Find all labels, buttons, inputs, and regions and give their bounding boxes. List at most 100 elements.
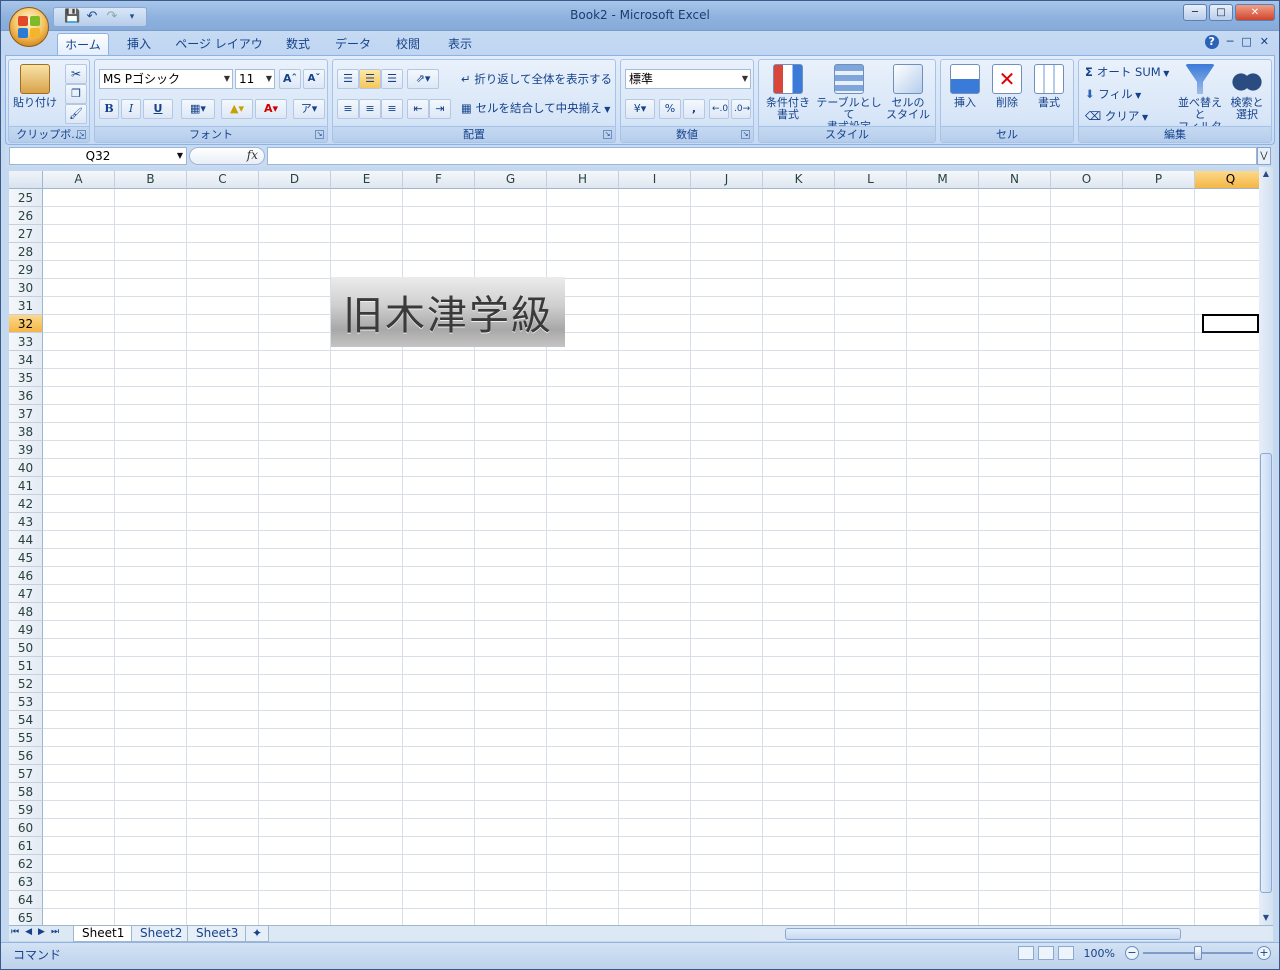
vertical-scrollbar[interactable]: ▲ ▼ — [1259, 167, 1273, 925]
bold-button[interactable]: B — [99, 99, 119, 119]
tab-page-layout[interactable]: ページ レイアウト — [171, 33, 267, 73]
alignment-launcher-icon[interactable]: ↘ — [603, 130, 612, 139]
copy-icon[interactable]: ❐ — [65, 84, 87, 104]
decrease-indent-icon[interactable]: ⇤ — [407, 99, 429, 119]
column-header[interactable]: H — [547, 171, 619, 189]
number-format-combo[interactable]: 標準 ▼ — [625, 69, 751, 89]
vertical-scroll-thumb[interactable] — [1260, 453, 1272, 893]
phonetic-icon[interactable]: ア▾ — [293, 99, 325, 119]
column-header[interactable]: O — [1051, 171, 1123, 189]
row-header[interactable]: 49 — [9, 621, 43, 639]
align-top-icon[interactable]: ☰ — [337, 69, 359, 89]
office-button[interactable] — [9, 7, 49, 47]
row-header[interactable]: 60 — [9, 819, 43, 837]
column-header[interactable]: K — [763, 171, 835, 189]
row-header[interactable]: 39 — [9, 441, 43, 459]
font-name-combo[interactable]: MS Pゴシック ▼ — [99, 69, 233, 89]
column-header[interactable]: M — [907, 171, 979, 189]
sheet-tab-3[interactable]: Sheet3 — [187, 926, 248, 942]
paste-button[interactable]: 貼り付け — [13, 64, 57, 126]
align-left-icon[interactable]: ≡ — [337, 99, 359, 119]
page-break-view-icon[interactable] — [1057, 946, 1074, 960]
row-header[interactable]: 37 — [9, 405, 43, 423]
zoom-level[interactable]: 100% — [1084, 947, 1115, 960]
row-header[interactable]: 33 — [9, 333, 43, 351]
row-header[interactable]: 57 — [9, 765, 43, 783]
ribbon-restore-icon[interactable]: □ — [1241, 35, 1251, 49]
row-header[interactable]: 61 — [9, 837, 43, 855]
row-header[interactable]: 41 — [9, 477, 43, 495]
ribbon-close-icon[interactable]: ✕ — [1260, 35, 1269, 49]
font-color-icon[interactable]: A▾ — [255, 99, 287, 119]
column-header[interactable]: D — [259, 171, 331, 189]
tab-insert[interactable]: 挿入 — [117, 33, 161, 55]
formula-input[interactable] — [267, 147, 1257, 165]
column-header[interactable]: N — [979, 171, 1051, 189]
row-header[interactable]: 58 — [9, 783, 43, 801]
column-header[interactable]: C — [187, 171, 259, 189]
row-header[interactable]: 45 — [9, 549, 43, 567]
prev-sheet-icon[interactable]: ◀ — [25, 927, 32, 937]
scroll-up-icon[interactable]: ▲ — [1260, 167, 1272, 181]
zoom-out-icon[interactable]: − — [1125, 946, 1139, 960]
normal-view-icon[interactable] — [1017, 946, 1034, 960]
insert-cells-button[interactable]: 挿入 — [945, 64, 985, 126]
column-header[interactable]: I — [619, 171, 691, 189]
autosum-button[interactable]: Σ オート SUM ▼ — [1085, 62, 1169, 82]
row-header[interactable]: 48 — [9, 603, 43, 621]
row-header[interactable]: 31 — [9, 297, 43, 315]
find-select-button[interactable]: 検索と 選択 — [1225, 64, 1269, 126]
grow-font-icon[interactable]: Aˆ — [279, 69, 301, 89]
underline-button[interactable]: U — [143, 99, 173, 119]
insert-function-button[interactable]: fx — [189, 147, 265, 165]
font-launcher-icon[interactable]: ↘ — [315, 130, 324, 139]
row-header[interactable]: 32 — [9, 315, 43, 333]
row-header[interactable]: 30 — [9, 279, 43, 297]
wrap-text-button[interactable]: ↵ 折り返して全体を表示する — [461, 69, 612, 89]
row-header[interactable]: 47 — [9, 585, 43, 603]
percent-button[interactable]: % — [659, 99, 681, 119]
conditional-formatting-button[interactable]: 条件付き 書式 — [761, 64, 815, 126]
row-header[interactable]: 50 — [9, 639, 43, 657]
sheet-tab-2[interactable]: Sheet2 — [131, 926, 192, 942]
currency-icon[interactable]: ¥▾ — [625, 99, 655, 119]
tab-home[interactable]: ホーム — [57, 33, 109, 55]
merge-center-button[interactable]: ▦ セルを結合して中央揃え ▼ — [461, 98, 610, 118]
column-header[interactable]: L — [835, 171, 907, 189]
row-header[interactable]: 42 — [9, 495, 43, 513]
next-sheet-icon[interactable]: ▶ — [38, 927, 45, 937]
sort-filter-button[interactable]: 並べ替えとフィルタ — [1175, 64, 1225, 133]
active-cell[interactable] — [1202, 314, 1259, 333]
cut-icon[interactable]: ✂ — [65, 64, 87, 84]
row-header[interactable]: 46 — [9, 567, 43, 585]
font-size-combo[interactable]: 11 ▼ — [235, 69, 275, 89]
sheet-tab-1[interactable]: Sheet1 — [73, 926, 134, 942]
minimize-button[interactable]: ─ — [1183, 4, 1207, 21]
italic-button[interactable]: I — [121, 99, 141, 119]
row-header[interactable]: 55 — [9, 729, 43, 747]
page-layout-view-icon[interactable] — [1037, 946, 1054, 960]
column-header[interactable]: F — [403, 171, 475, 189]
insert-sheet-icon[interactable]: ✦ — [245, 926, 270, 942]
format-painter-icon[interactable]: 🖌 — [65, 104, 87, 124]
row-header[interactable]: 29 — [9, 261, 43, 279]
column-header[interactable]: G — [475, 171, 547, 189]
align-bottom-icon[interactable]: ☰ — [381, 69, 403, 89]
select-all-button[interactable] — [9, 171, 43, 189]
row-header[interactable]: 43 — [9, 513, 43, 531]
name-box[interactable]: Q32 ▼ — [9, 147, 187, 165]
format-cells-button[interactable]: 書式 — [1029, 64, 1069, 126]
decrease-decimal-icon[interactable]: .0→ — [731, 99, 751, 119]
first-sheet-icon[interactable]: ⏮ — [11, 927, 19, 937]
row-header[interactable]: 65 — [9, 909, 43, 925]
align-middle-icon[interactable]: ☰ — [359, 69, 381, 89]
row-header[interactable]: 34 — [9, 351, 43, 369]
zoom-knob[interactable] — [1194, 946, 1202, 960]
maximize-button[interactable]: □ — [1209, 4, 1233, 21]
row-header[interactable]: 36 — [9, 387, 43, 405]
increase-decimal-icon[interactable]: ←.0 — [709, 99, 729, 119]
zoom-slider[interactable] — [1143, 946, 1253, 960]
clipboard-launcher-icon[interactable]: ↘ — [77, 130, 86, 139]
row-header[interactable]: 26 — [9, 207, 43, 225]
row-header[interactable]: 40 — [9, 459, 43, 477]
